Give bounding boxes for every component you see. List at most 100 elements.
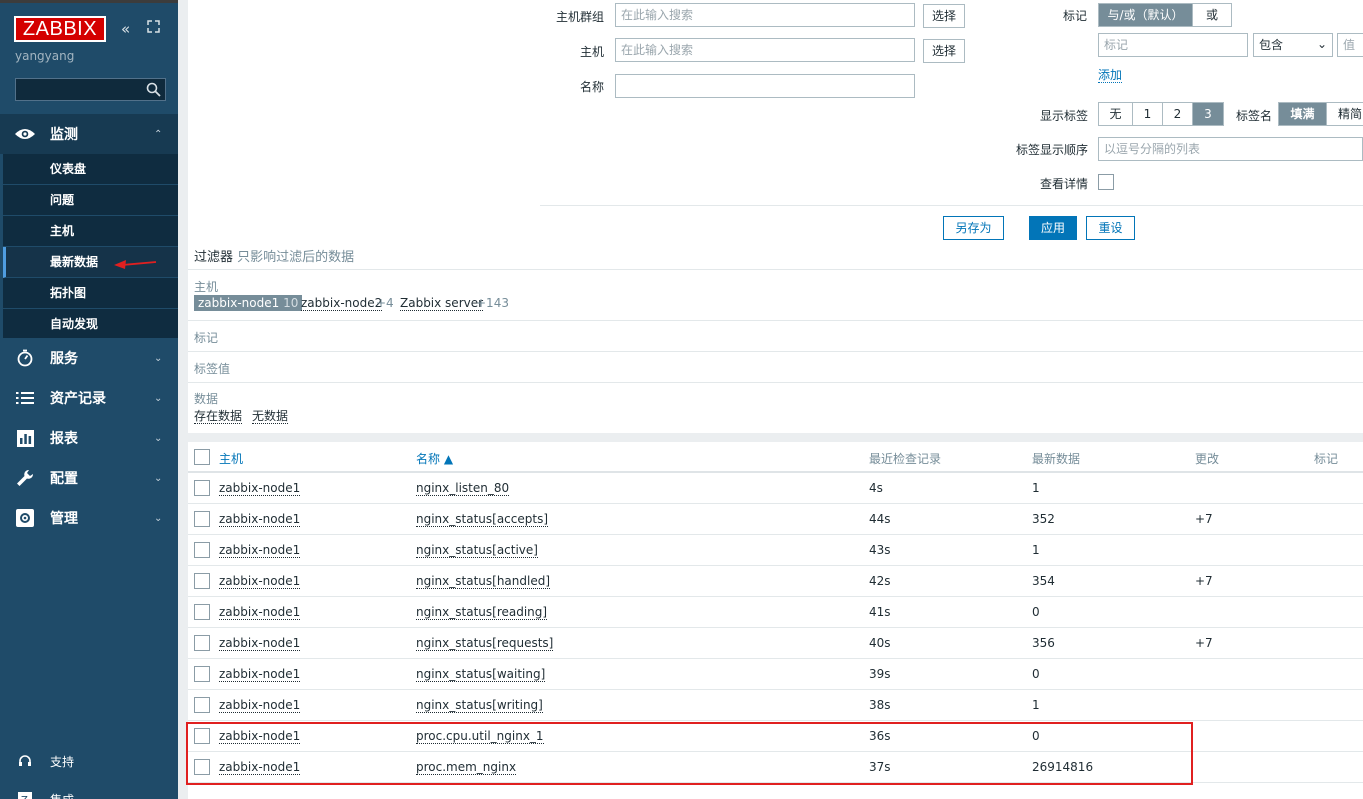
- row-last-value: 0: [1032, 605, 1040, 619]
- row-checkbox[interactable]: [194, 480, 210, 496]
- menu-configuration[interactable]: 配置 ⌄: [0, 458, 178, 498]
- row-checkbox[interactable]: [194, 666, 210, 682]
- subfilter-divider: [188, 269, 1363, 270]
- apply-button[interactable]: 应用: [1029, 216, 1077, 240]
- details-label: 查看详情: [1040, 177, 1089, 191]
- row-host[interactable]: zabbix-node1: [219, 636, 301, 651]
- subfilter-host-node2[interactable]: zabbix-node2: [301, 296, 383, 311]
- row-host[interactable]: zabbix-node1: [219, 698, 301, 713]
- host-input[interactable]: 在此输入搜索: [615, 38, 915, 62]
- host-select-button[interactable]: 选择: [923, 39, 965, 63]
- menu-configuration-label: 配置: [50, 471, 78, 487]
- menu-integrations[interactable]: Z 集成: [0, 784, 178, 799]
- row-host[interactable]: zabbix-node1: [219, 667, 301, 682]
- row-item-name[interactable]: nginx_status[writing]: [416, 698, 543, 713]
- details-checkbox[interactable]: [1098, 174, 1114, 190]
- chevron-down-icon: ⌄: [1316, 37, 1327, 51]
- tag-operator-select[interactable]: 包含 ⌄: [1253, 33, 1333, 57]
- tag-name-input[interactable]: 标记: [1098, 33, 1248, 57]
- submenu-maps[interactable]: 拓扑图: [3, 278, 178, 309]
- show-tags-2[interactable]: 2: [1163, 103, 1193, 125]
- tags-andor-toggle: 与/或（默认） 或: [1098, 3, 1232, 27]
- row-host[interactable]: zabbix-node1: [219, 605, 301, 620]
- tag-value-input[interactable]: 值: [1337, 33, 1363, 57]
- chevron-down-icon: ⌄: [154, 512, 163, 524]
- submenu-discovery[interactable]: 自动发现: [3, 309, 178, 340]
- submenu-dashboard[interactable]: 仪表盘: [3, 154, 178, 185]
- add-tag-link[interactable]: 添加: [1098, 68, 1123, 83]
- headset-icon: [0, 754, 50, 768]
- menu-reports[interactable]: 报表 ⌄: [0, 418, 178, 458]
- show-tags-none[interactable]: 无: [1099, 103, 1133, 125]
- hostgroup-input[interactable]: 在此输入搜索: [615, 3, 915, 27]
- table-row: zabbix-node1 nginx_status[writing] 38s 1: [188, 690, 1363, 721]
- menu-services[interactable]: 服务 ⌄: [0, 338, 178, 378]
- andor-option[interactable]: 与/或（默认）: [1099, 4, 1193, 26]
- row-item-name[interactable]: nginx_status[accepts]: [416, 512, 549, 527]
- highlight-box-annotation: [186, 722, 1193, 785]
- table-row: zabbix-node1 nginx_status[accepts] 44s 352 +…: [188, 504, 1363, 535]
- row-host[interactable]: zabbix-node1: [219, 574, 301, 589]
- or-option[interactable]: 或: [1193, 4, 1231, 26]
- zabbix-logo[interactable]: ZABBIX: [14, 16, 106, 42]
- menu-support[interactable]: 支持: [0, 746, 178, 776]
- reset-button[interactable]: 重设: [1086, 216, 1135, 240]
- subfilter-data-without[interactable]: 无数据: [252, 409, 289, 424]
- row-checkbox[interactable]: [194, 511, 210, 527]
- submenu-problems[interactable]: 问题: [3, 185, 178, 216]
- select-all-checkbox[interactable]: [194, 449, 210, 465]
- table-row: zabbix-node1 nginx_listen_80 4s 1: [188, 473, 1363, 504]
- row-host[interactable]: zabbix-node1: [219, 481, 301, 496]
- subfilter-host-label: 主机: [194, 280, 219, 294]
- col-last-value: 最新数据: [1032, 452, 1081, 466]
- col-host[interactable]: 主机: [219, 450, 243, 467]
- search-icon[interactable]: [146, 82, 161, 97]
- tag-operator-value: 包含: [1259, 38, 1284, 52]
- row-checkbox[interactable]: [194, 635, 210, 651]
- row-item-name[interactable]: nginx_status[handled]: [416, 574, 551, 589]
- row-last-value: 352: [1032, 512, 1055, 526]
- save-as-button[interactable]: 另存为: [943, 216, 1004, 240]
- row-item-name[interactable]: nginx_status[reading]: [416, 605, 548, 620]
- menu-administration[interactable]: 管理 ⌄: [0, 498, 178, 538]
- username: yangyang: [15, 49, 75, 63]
- sidebar: ZABBIX « yangyang 监测 ⌃ 仪表盘 问题 主机 最新数据 拓扑…: [0, 0, 178, 799]
- show-tags-3[interactable]: 3: [1193, 103, 1223, 125]
- row-checkbox[interactable]: [194, 697, 210, 713]
- row-last-check: 43s: [869, 543, 891, 557]
- row-host[interactable]: zabbix-node1: [219, 512, 301, 527]
- filter-divider: [540, 205, 1363, 206]
- tag-order-input[interactable]: 以逗号分隔的列表: [1098, 137, 1363, 161]
- menu-monitoring[interactable]: 监测 ⌃: [0, 114, 178, 154]
- row-checkbox[interactable]: [194, 604, 210, 620]
- row-last-check: 41s: [869, 605, 891, 619]
- tag-name-full[interactable]: 填满: [1279, 103, 1327, 125]
- sidebar-search-input[interactable]: [15, 78, 166, 101]
- row-last-check: 44s: [869, 512, 891, 526]
- hostgroup-select-button[interactable]: 选择: [923, 4, 965, 28]
- subfilter-host-server[interactable]: Zabbix server: [400, 296, 484, 311]
- row-item-name[interactable]: nginx_listen_80: [416, 481, 510, 496]
- kiosk-mode-icon[interactable]: [147, 20, 160, 33]
- row-host[interactable]: zabbix-node1: [219, 543, 301, 558]
- row-item-name[interactable]: nginx_status[active]: [416, 543, 538, 558]
- table-header: 主机 名称 ▲ 最近检查记录 最新数据 更改 标记: [188, 442, 1363, 473]
- subfilter-data-label: 数据: [194, 392, 219, 406]
- tag-name-short[interactable]: 精简: [1327, 103, 1363, 125]
- name-input[interactable]: [615, 74, 915, 98]
- subfilter-host-node1-name: zabbix-node1: [198, 296, 280, 310]
- col-name[interactable]: 名称 ▲: [416, 450, 453, 467]
- row-checkbox[interactable]: [194, 542, 210, 558]
- table-row: zabbix-node1 nginx_status[requests] 40s 356…: [188, 628, 1363, 659]
- submenu-hosts[interactable]: 主机: [3, 216, 178, 247]
- subfilter-data-with[interactable]: 存在数据: [194, 409, 243, 424]
- row-item-name[interactable]: nginx_status[waiting]: [416, 667, 546, 682]
- collapse-sidebar-icon[interactable]: «: [121, 20, 130, 38]
- row-item-name[interactable]: nginx_status[requests]: [416, 636, 554, 651]
- menu-inventory[interactable]: 资产记录 ⌄: [0, 378, 178, 418]
- show-tags-1[interactable]: 1: [1133, 103, 1163, 125]
- bar-chart-icon: [0, 429, 50, 447]
- row-checkbox[interactable]: [194, 573, 210, 589]
- subfilter-host-node1[interactable]: zabbix-node1 10: [194, 295, 303, 311]
- row-change: +7: [1195, 636, 1213, 650]
